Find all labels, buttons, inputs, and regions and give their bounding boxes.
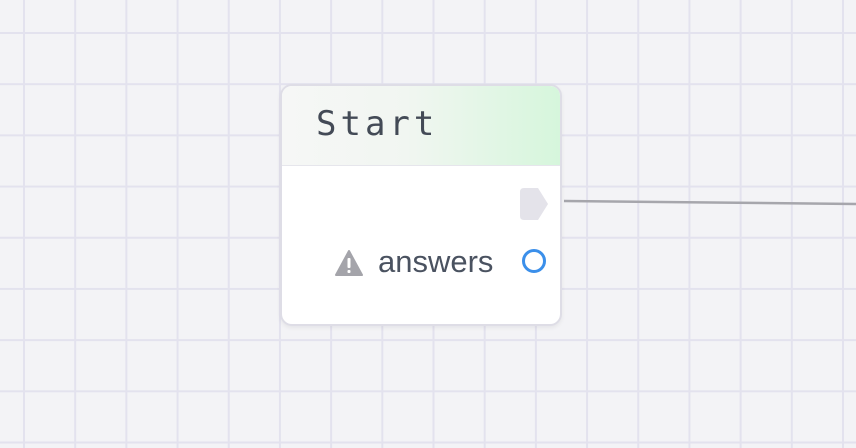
output-row-answers: answers: [282, 240, 560, 284]
graph-canvas[interactable]: Start answers: [0, 0, 856, 448]
warning-triangle-icon: [335, 250, 363, 276]
exec-output-port-icon[interactable]: [518, 186, 550, 222]
output-label: answers: [378, 244, 494, 279]
node-title: Start: [316, 104, 439, 144]
start-node[interactable]: Start answers: [280, 84, 562, 326]
data-port-ring-icon[interactable]: [522, 249, 546, 273]
node-header[interactable]: Start: [282, 86, 560, 166]
connection-line[interactable]: [563, 199, 856, 206]
